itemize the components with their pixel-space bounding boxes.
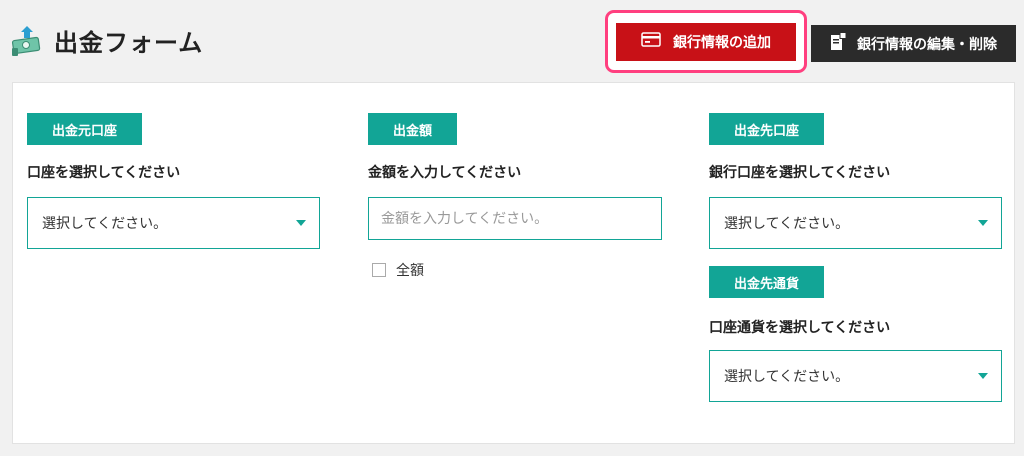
edit-delete-bank-info-label: 銀行情報の編集・削除 bbox=[857, 36, 997, 53]
destination-currency-label: 口座通貨を選択してください bbox=[709, 320, 891, 336]
source-account-selected-value: 選択してください。 bbox=[42, 216, 168, 232]
source-account-select[interactable]: 選択してください。 bbox=[27, 197, 320, 249]
destination-account-select[interactable]: 選択してください。 bbox=[709, 197, 1002, 249]
destination-currency-tag: 出金先通貨 bbox=[709, 266, 825, 298]
destination-currency-selected-value: 選択してください。 bbox=[724, 369, 850, 385]
chevron-down-icon bbox=[978, 373, 988, 379]
amount-tag: 出金額 bbox=[368, 113, 458, 145]
add-bank-highlight: 銀行情報の追加 bbox=[605, 10, 807, 73]
money-transfer-icon bbox=[10, 22, 46, 58]
destination-account-label: 銀行口座を選択してください bbox=[709, 165, 891, 181]
chevron-down-icon bbox=[978, 220, 988, 226]
withdrawal-form-panel: 出金元口座 口座を選択してください 選択してください。 出金額 金額を入力してく… bbox=[12, 82, 1015, 444]
edit-delete-bank-info-button[interactable]: 銀行情報の編集・削除 bbox=[811, 25, 1016, 62]
destination-currency-select[interactable]: 選択してください。 bbox=[709, 350, 1002, 402]
add-bank-info-label: 銀行情報の追加 bbox=[673, 34, 771, 51]
source-account-tag: 出金元口座 bbox=[27, 113, 143, 145]
full-amount-checkbox[interactable] bbox=[372, 263, 386, 277]
chevron-down-icon bbox=[296, 220, 306, 226]
page-header: 出金フォーム bbox=[10, 22, 203, 58]
destination-account-tag: 出金先口座 bbox=[709, 113, 825, 145]
source-account-label: 口座を選択してください bbox=[27, 165, 181, 181]
credit-card-icon bbox=[641, 32, 661, 51]
page-title: 出金フォーム bbox=[54, 28, 204, 57]
document-edit-icon bbox=[830, 32, 847, 55]
destination-account-selected-value: 選択してください。 bbox=[724, 216, 850, 232]
amount-label: 金額を入力してください bbox=[368, 165, 522, 181]
add-bank-info-button[interactable]: 銀行情報の追加 bbox=[616, 22, 796, 61]
amount-input[interactable] bbox=[368, 197, 662, 240]
full-amount-checkbox-row[interactable]: 全額 bbox=[372, 260, 424, 280]
full-amount-label: 全額 bbox=[396, 263, 424, 279]
